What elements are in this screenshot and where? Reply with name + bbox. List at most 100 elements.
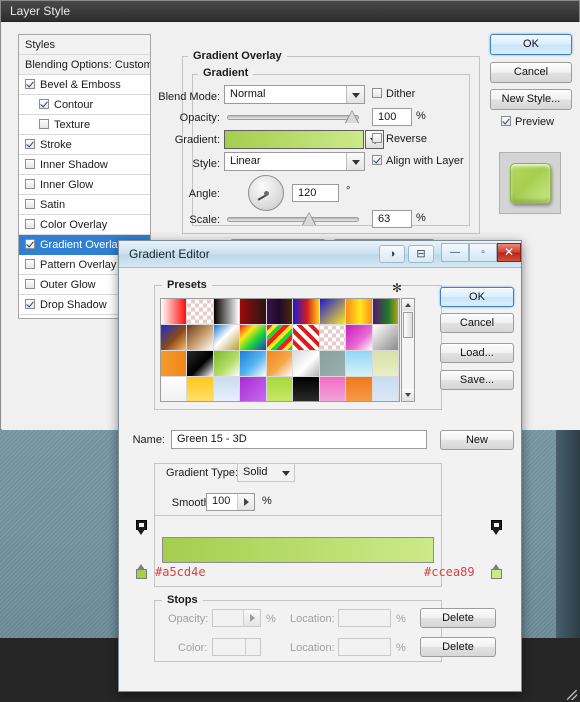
delete-color-stop-button[interactable]: Delete [420, 637, 496, 657]
preset-swatch[interactable] [240, 351, 267, 377]
preset-swatch[interactable] [161, 377, 188, 401]
style-select[interactable]: Linear [224, 152, 365, 171]
scale-input[interactable]: 63 [372, 210, 412, 228]
smoothness-stepper[interactable]: 100 [206, 493, 255, 511]
styles-list-item-bevel-emboss[interactable]: Bevel & Emboss [19, 75, 150, 95]
cancel-button[interactable]: Cancel [490, 62, 572, 83]
gradient-preview-swatch[interactable] [224, 130, 364, 149]
preset-swatch[interactable] [240, 299, 267, 325]
gradient-bar[interactable] [162, 537, 434, 563]
preset-swatch[interactable] [213, 325, 241, 351]
gradient-editor-ok-button[interactable]: OK [440, 287, 514, 307]
checkbox-color-overlay[interactable] [25, 219, 35, 229]
preset-swatch[interactable] [372, 325, 399, 351]
preset-swatch[interactable] [213, 377, 241, 401]
gradient-name-input[interactable]: Green 15 - 3D [171, 430, 427, 449]
scale-slider[interactable] [227, 212, 359, 226]
stop-color-swatch[interactable] [212, 638, 261, 656]
checkbox-inner-glow[interactable] [25, 179, 35, 189]
preset-swatch[interactable] [346, 351, 373, 377]
styles-list-item-texture[interactable]: Texture [19, 115, 150, 135]
preset-swatch[interactable] [161, 299, 188, 325]
checkbox-dither[interactable] [372, 88, 382, 98]
styles-list-item-styles[interactable]: Styles [19, 35, 150, 55]
color-stop-arrow-icon[interactable] [245, 639, 260, 655]
preset-swatch[interactable] [213, 299, 241, 325]
checkbox-preview[interactable] [501, 116, 511, 126]
preset-swatch[interactable] [372, 377, 399, 401]
checkbox-gradient-overlay[interactable] [25, 239, 35, 249]
ok-button[interactable]: OK [490, 34, 572, 55]
preset-swatch[interactable] [187, 325, 214, 351]
preset-swatch[interactable] [266, 351, 294, 377]
opacity-stop-left[interactable] [136, 520, 147, 535]
preset-swatch[interactable] [293, 299, 320, 325]
preset-swatch[interactable] [319, 377, 347, 401]
checkbox-bevel-emboss[interactable] [25, 79, 35, 89]
preset-swatch[interactable] [213, 351, 241, 377]
checkbox-texture[interactable] [39, 119, 49, 129]
checkbox-contour[interactable] [39, 99, 49, 109]
minimize-button[interactable]: — [441, 243, 469, 262]
preset-swatch[interactable] [319, 351, 347, 377]
checkbox-outer-glow[interactable] [25, 279, 35, 289]
styles-list-item-contour[interactable]: Contour [19, 95, 150, 115]
styles-list-item-satin[interactable]: Satin [19, 195, 150, 215]
styles-list-item-blending-options[interactable]: Blending Options: Custom [19, 55, 150, 75]
styles-list-item-inner-shadow[interactable]: Inner Shadow [19, 155, 150, 175]
blend-mode-select[interactable]: Normal [224, 85, 365, 104]
preset-swatch[interactable] [346, 325, 373, 351]
preset-swatch[interactable] [293, 351, 320, 377]
delete-opacity-stop-button[interactable]: Delete [420, 608, 496, 628]
gear-icon[interactable]: ✻ [392, 281, 402, 295]
scale-slider-thumb[interactable] [302, 212, 316, 226]
presets-grid[interactable] [160, 298, 400, 402]
checkbox-satin[interactable] [25, 199, 35, 209]
preset-swatch[interactable] [266, 325, 294, 351]
save-button[interactable]: Save... [440, 370, 514, 390]
stepper-arrow-icon[interactable] [237, 494, 254, 510]
checkbox-pattern-overlay[interactable] [25, 259, 35, 269]
preview-checkbox-row[interactable]: Preview [501, 116, 554, 128]
presets-scrollbar[interactable] [401, 298, 415, 402]
angle-input[interactable]: 120 [292, 184, 339, 202]
chevron-down-icon[interactable] [346, 153, 364, 170]
opacity-stop-right[interactable] [491, 520, 502, 535]
reverse-checkbox-row[interactable]: Reverse [372, 133, 427, 145]
preset-swatch[interactable] [187, 377, 214, 401]
layer-style-titlebar[interactable]: Layer Style [1, 1, 579, 22]
preset-swatch[interactable] [346, 299, 373, 325]
checkbox-reverse[interactable] [372, 133, 382, 143]
preset-swatch[interactable] [240, 325, 267, 351]
styles-list-item-inner-glow[interactable]: Inner Glow [19, 175, 150, 195]
preset-swatch[interactable] [293, 377, 320, 401]
styles-list-item-color-overlay[interactable]: Color Overlay [19, 215, 150, 235]
scrollbar-thumb[interactable] [403, 312, 413, 338]
preset-swatch[interactable] [319, 299, 347, 325]
gradient-editor-cancel-button[interactable]: Cancel [440, 313, 514, 333]
styles-list-item-stroke[interactable]: Stroke [19, 135, 150, 155]
preset-swatch[interactable] [161, 325, 188, 351]
opacity-slider-thumb[interactable] [345, 110, 359, 124]
maximize-button[interactable]: ▫ [469, 243, 497, 262]
align-checkbox-row[interactable]: Align with Layer [372, 155, 464, 167]
scroll-up-icon[interactable] [402, 299, 414, 311]
preset-swatch[interactable] [187, 351, 214, 377]
close-button[interactable]: ✕ [497, 243, 521, 262]
preset-swatch[interactable] [187, 299, 214, 325]
preset-swatch[interactable] [372, 351, 399, 377]
color-stop-right[interactable] [491, 564, 502, 579]
scroll-down-icon[interactable] [402, 389, 414, 401]
checkbox-inner-shadow[interactable] [25, 159, 35, 169]
preset-swatch[interactable] [346, 377, 373, 401]
help-icon[interactable]: ◑ [379, 245, 405, 263]
preset-swatch[interactable] [266, 377, 294, 401]
chevron-down-icon[interactable] [346, 86, 364, 103]
opacity-input[interactable]: 100 [372, 108, 412, 126]
new-gradient-button[interactable]: New [440, 430, 514, 450]
stop-location-input-2[interactable] [338, 638, 391, 656]
gradient-editor-titlebar[interactable]: Gradient Editor ◑ ⊟ — ▫ ✕ [119, 241, 521, 268]
preset-swatch[interactable] [293, 325, 320, 351]
angle-dial[interactable] [248, 175, 284, 211]
panel-toggle-icon[interactable]: ⊟ [408, 245, 434, 263]
